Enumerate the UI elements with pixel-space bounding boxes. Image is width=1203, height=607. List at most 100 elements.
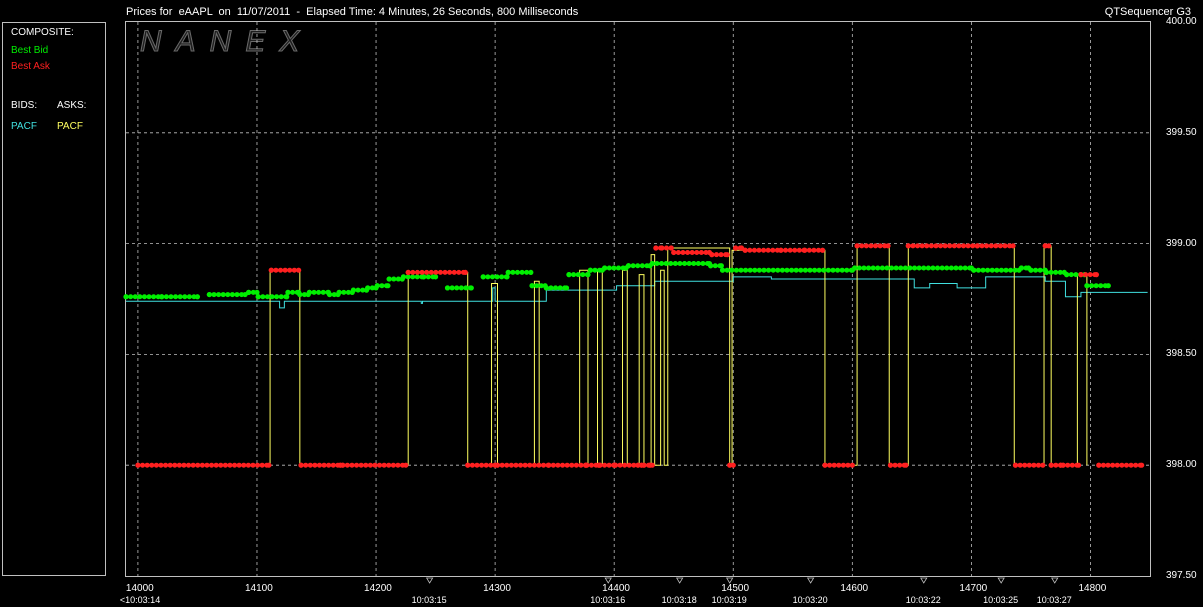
- data-point-best-ask: [1060, 462, 1066, 468]
- data-point-best-ask: [465, 462, 471, 468]
- time-tick-label: 10:03:16: [590, 595, 626, 605]
- data-point-best-ask: [887, 462, 894, 468]
- data-point-best-ask: [597, 462, 603, 468]
- data-point-best-bid: [336, 289, 342, 295]
- data-point-best-ask: [659, 245, 665, 251]
- data-point-best-ask: [668, 245, 674, 251]
- data-point-best-bid: [254, 289, 260, 295]
- y-tick-label: 398.00: [1166, 459, 1197, 471]
- data-point-best-bid: [708, 263, 714, 269]
- data-point-best-ask: [1096, 462, 1102, 468]
- data-point-best-ask: [584, 462, 590, 468]
- data-point-best-bid: [159, 294, 165, 300]
- data-point-best-bid: [284, 294, 290, 300]
- data-point-best-bid: [1064, 272, 1070, 278]
- data-point-best-ask: [1048, 462, 1054, 468]
- time-marker-icon: [920, 577, 928, 584]
- data-point-best-ask: [1139, 462, 1145, 468]
- data-point-best-bid: [480, 274, 486, 280]
- data-point-best-bid: [971, 267, 977, 273]
- y-tick-label: 399.00: [1166, 237, 1197, 249]
- x-tick-label: 14400: [602, 583, 630, 594]
- data-point-best-ask: [405, 269, 411, 276]
- data-point-best-bid: [528, 269, 534, 276]
- data-point-best-bid: [1018, 265, 1025, 271]
- data-point-best-ask: [649, 462, 655, 468]
- data-point-best-ask: [849, 462, 855, 468]
- x-tick-label: 14200: [364, 583, 392, 594]
- data-point-best-ask: [298, 462, 304, 468]
- data-point-best-ask: [462, 269, 468, 276]
- data-point-best-ask: [1040, 462, 1046, 468]
- data-point-best-bid: [587, 267, 593, 273]
- data-point-best-bid: [385, 283, 391, 289]
- data-point-best-bid: [421, 274, 427, 280]
- y-tick-label: 397.50: [1166, 570, 1197, 581]
- y-tick-label: 400.00: [1166, 16, 1197, 27]
- time-tick-label: 10:03:18: [661, 595, 697, 605]
- data-point-best-bid: [1043, 269, 1050, 276]
- data-point-best-ask: [974, 243, 980, 249]
- time-marker-icon: [675, 577, 684, 584]
- data-point-best-ask: [1046, 243, 1052, 249]
- series-line-pacf-ask: [137, 245, 1088, 466]
- data-point-best-ask: [885, 243, 891, 249]
- data-point-best-ask: [1010, 243, 1016, 249]
- data-point-best-bid: [1084, 283, 1090, 289]
- data-point-best-ask: [1078, 272, 1084, 278]
- time-marker-icon: [806, 577, 815, 584]
- data-point-best-ask: [266, 462, 272, 468]
- data-point-best-ask: [340, 462, 346, 468]
- data-point-best-bid: [194, 294, 201, 300]
- data-point-best-ask: [612, 462, 618, 468]
- time-tick-label: 10:03:22: [905, 595, 941, 605]
- y-tick-label: 398.50: [1166, 348, 1197, 360]
- data-point-best-bid: [246, 289, 252, 295]
- data-point-best-ask: [709, 252, 715, 258]
- data-point-best-bid: [504, 274, 510, 280]
- data-point-best-bid: [543, 285, 549, 291]
- data-point-best-ask: [1075, 462, 1082, 468]
- data-point-best-ask: [671, 249, 677, 256]
- time-tick-label: <10:03:14: [119, 595, 161, 605]
- series-line-pacf-bid: [126, 276, 1148, 309]
- data-point-best-bid: [529, 283, 535, 289]
- data-point-best-bid: [468, 285, 474, 291]
- data-point-best-ask: [733, 245, 739, 251]
- y-tick-label: 399.50: [1166, 126, 1197, 138]
- data-point-best-ask: [135, 462, 141, 468]
- x-tick-label: 14700: [959, 583, 988, 594]
- data-point-best-ask: [653, 245, 659, 251]
- data-point-best-bid: [386, 276, 392, 282]
- x-tick-label: 14100: [244, 583, 273, 594]
- data-point-best-ask: [296, 267, 302, 273]
- data-point-best-ask: [1093, 272, 1100, 278]
- x-tick-label: 14000: [125, 583, 154, 594]
- data-point-best-bid: [255, 294, 261, 300]
- data-point-best-bid: [123, 294, 129, 300]
- data-point-best-ask: [802, 247, 808, 253]
- data-point-best-ask: [403, 462, 409, 468]
- data-point-best-bid: [1028, 267, 1034, 273]
- data-point-best-bid: [1105, 283, 1111, 289]
- data-point-best-ask: [730, 462, 736, 468]
- data-point-best-bid: [327, 291, 333, 298]
- price-chart: [123, 22, 1150, 584]
- data-point-best-bid: [649, 260, 655, 267]
- time-tick-label: 10:03:27: [1036, 595, 1072, 605]
- data-point-best-bid: [206, 291, 212, 298]
- data-point-best-ask: [903, 462, 909, 468]
- data-point-best-bid: [852, 265, 858, 271]
- data-point-best-bid: [297, 291, 303, 298]
- time-tick-label: 10:03:20: [792, 595, 828, 605]
- data-point-best-bid: [625, 263, 632, 269]
- time-marker-icon: [1051, 577, 1059, 584]
- data-point-best-ask: [268, 267, 274, 273]
- data-point-best-bid: [718, 263, 724, 269]
- data-point-best-ask: [742, 247, 748, 253]
- data-point-best-bid: [505, 269, 511, 276]
- x-tick-label: 14300: [483, 583, 511, 594]
- data-point-best-bid: [400, 274, 407, 280]
- data-point-best-bid: [563, 285, 570, 291]
- data-point-best-ask: [905, 243, 911, 249]
